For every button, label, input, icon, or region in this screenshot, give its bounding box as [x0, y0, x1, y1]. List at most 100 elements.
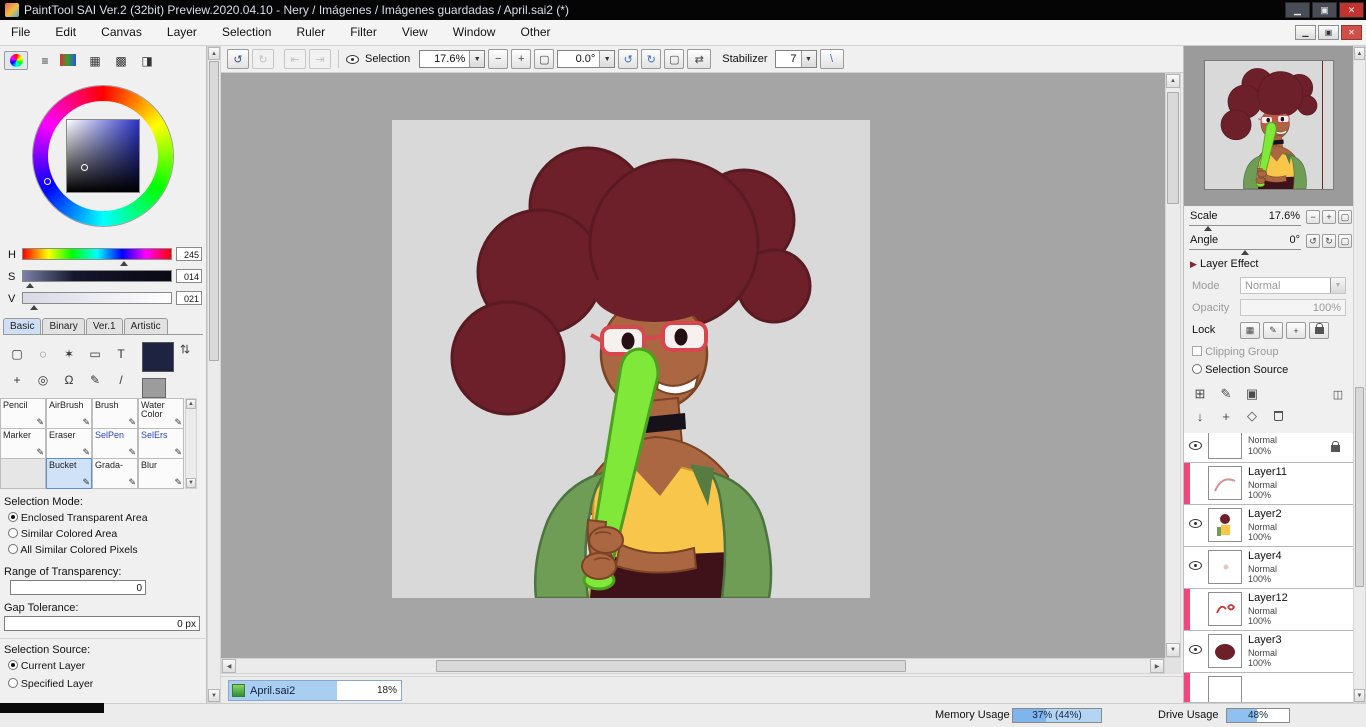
menu-ruler[interactable]: Ruler [285, 20, 336, 44]
scroll-down-icon[interactable]: ▼ [186, 478, 196, 488]
tool-bucket[interactable]: Bucket ✎ [46, 458, 92, 489]
layer-thumbnail[interactable] [1208, 508, 1242, 542]
tab-artistic[interactable]: Artistic [123, 318, 168, 334]
menu-window[interactable]: Window [442, 20, 507, 44]
layer-row-partial-top[interactable]: Normal 100% [1184, 433, 1354, 463]
lock-opacity-button[interactable]: ▦ [1240, 322, 1260, 339]
layer-thumbnail[interactable] [1208, 466, 1242, 500]
chevron-down-icon[interactable]: ▼ [599, 51, 615, 67]
radio-similar-colored[interactable] [8, 528, 18, 538]
color-wheel-tab-icon[interactable] [4, 51, 28, 70]
color-mixer-tab-icon[interactable] [60, 54, 76, 66]
saturation-slider[interactable] [22, 270, 172, 282]
range-of-transparency-input[interactable]: 0 [10, 580, 146, 595]
layer-thumbnail[interactable] [1208, 592, 1242, 626]
value-slider[interactable] [22, 292, 172, 304]
gap-tolerance-input[interactable]: 0 px [4, 616, 200, 631]
text-tool-icon[interactable]: T [108, 342, 134, 366]
layer-row-layer11[interactable]: Layer11 Normal 100% [1184, 463, 1354, 505]
menu-selection[interactable]: Selection [211, 20, 282, 44]
swatches-tab-icon[interactable]: ▦ [82, 49, 108, 73]
delete-layer-icon[interactable] [1266, 406, 1290, 426]
blend-mode-select[interactable]: Normal ▼ [1240, 277, 1346, 294]
zoom-in-button[interactable]: + [511, 49, 532, 69]
rotate-tool-icon[interactable]: Ω [56, 368, 82, 392]
stamp-tool-icon[interactable]: ▭ [82, 342, 108, 366]
scroll-down-icon[interactable]: ▼ [1354, 689, 1365, 702]
scroll-up-icon[interactable]: ▲ [208, 47, 220, 60]
document-canvas[interactable] [390, 118, 872, 600]
zoom-select[interactable]: 17.6% ▼ [419, 50, 486, 68]
layer-row-layer4[interactable]: Layer4 Normal 100% [1184, 547, 1354, 589]
tool-airbrush[interactable]: AirBrush ✎ [46, 398, 92, 429]
window-maximize-button[interactable]: ▣ [1312, 2, 1337, 18]
scratchpad-tab-icon[interactable]: ◨ [134, 49, 160, 73]
option-label[interactable]: Enclosed Transparent Area [21, 512, 148, 524]
scroll-down-icon[interactable]: ▼ [208, 689, 220, 702]
menu-view[interactable]: View [391, 20, 439, 44]
angle-select[interactable]: 0.0° ▼ [557, 50, 616, 68]
scrollbar-thumb[interactable] [209, 61, 219, 361]
lock-position-button[interactable]: + [1286, 322, 1306, 339]
navigator-thumbnail[interactable] [1204, 60, 1334, 190]
stabilizer-select[interactable]: 7 ▼ [774, 50, 817, 68]
layer-thumbnail[interactable] [1208, 433, 1242, 459]
redo-button[interactable]: ↻ [252, 49, 274, 69]
hue-wheel[interactable] [33, 86, 173, 226]
scroll-left-icon[interactable]: ◀ [222, 659, 236, 673]
scroll-right-icon[interactable]: ▶ [1150, 659, 1164, 673]
option-label[interactable]: Specified Layer [21, 678, 93, 690]
layer-row-layer3[interactable]: Layer3 Normal 100% [1184, 631, 1354, 673]
angle-reset-button[interactable]: ▢ [664, 49, 685, 69]
custom-swatches-tab-icon[interactable]: ▩ [108, 49, 134, 73]
pan-tool-icon[interactable]: ✎ [82, 368, 108, 392]
radio-enclosed-transparent[interactable] [8, 512, 18, 522]
canvas-viewport[interactable] [221, 73, 1165, 658]
magic-wand-tool-icon[interactable]: ✶ [56, 342, 82, 366]
zoom-out-button[interactable]: − [488, 49, 509, 69]
flip-horizontal-button[interactable]: ⇄ [687, 49, 712, 69]
primary-color-swatch[interactable] [142, 342, 174, 372]
selection-visibility-icon[interactable] [346, 54, 359, 64]
saturation-value[interactable]: 014 [176, 269, 202, 283]
menu-layer[interactable]: Layer [156, 20, 208, 44]
opacity-slider[interactable]: 100% [1240, 299, 1346, 316]
tool-gradation[interactable]: Grada- ✎ [92, 458, 138, 489]
option-label[interactable]: Current Layer [21, 660, 85, 672]
scroll-up-icon[interactable]: ▲ [1166, 74, 1180, 88]
tab-basic[interactable]: Basic [3, 318, 42, 334]
undo-button[interactable]: ↺ [227, 49, 249, 69]
panel-options-icon[interactable]: ◫ [1326, 384, 1350, 404]
rect-select-tool-icon[interactable]: ▢ [4, 342, 30, 366]
lasso-tool-icon[interactable]: ◌ [30, 342, 56, 366]
scrollbar-thumb[interactable] [1355, 387, 1364, 587]
tool-eraser[interactable]: Eraser ✎ [46, 428, 92, 459]
clipping-group-checkbox[interactable] [1192, 346, 1202, 356]
swap-colors-icon[interactable]: ⇄ [178, 344, 192, 354]
history-back-button[interactable]: ⇤ [284, 49, 306, 69]
scroll-down-icon[interactable]: ▼ [1166, 643, 1180, 657]
tool-brush[interactable]: Brush ✎ [92, 398, 138, 429]
scrollbar-thumb[interactable] [1167, 92, 1179, 204]
chevron-down-icon[interactable]: ▼ [469, 51, 485, 67]
clear-layer-icon[interactable]: ◇ [1240, 406, 1264, 426]
layer-row-partial-bottom[interactable] [1184, 673, 1354, 703]
tool-watercolor[interactable]: Water Color ✎ [138, 398, 184, 429]
scrollbar-thumb[interactable] [436, 660, 906, 672]
scale-minus-button[interactable]: − [1306, 210, 1320, 224]
menu-other[interactable]: Other [510, 20, 562, 44]
layer-thumbnail[interactable] [1208, 634, 1242, 668]
selection-source-radio[interactable] [1192, 364, 1202, 374]
rotate-ccw-button[interactable]: ↺ [618, 49, 639, 69]
window-close-button[interactable]: ✕ [1339, 2, 1364, 18]
menu-file[interactable]: File [0, 20, 41, 44]
scroll-up-icon[interactable]: ▲ [1354, 47, 1365, 60]
layer-row-layer12[interactable]: Layer12 Normal 100% [1184, 589, 1354, 631]
layer-thumbnail[interactable] [1208, 550, 1242, 584]
radio-all-similar[interactable] [8, 544, 18, 554]
lock-all-button[interactable] [1309, 322, 1329, 339]
merge-down-icon[interactable]: + [1214, 406, 1238, 426]
new-linework-layer-icon[interactable]: ✎ [1214, 384, 1238, 404]
scale-reset-button[interactable]: ▢ [1338, 210, 1352, 224]
lock-pixels-button[interactable]: ✎ [1263, 322, 1283, 339]
